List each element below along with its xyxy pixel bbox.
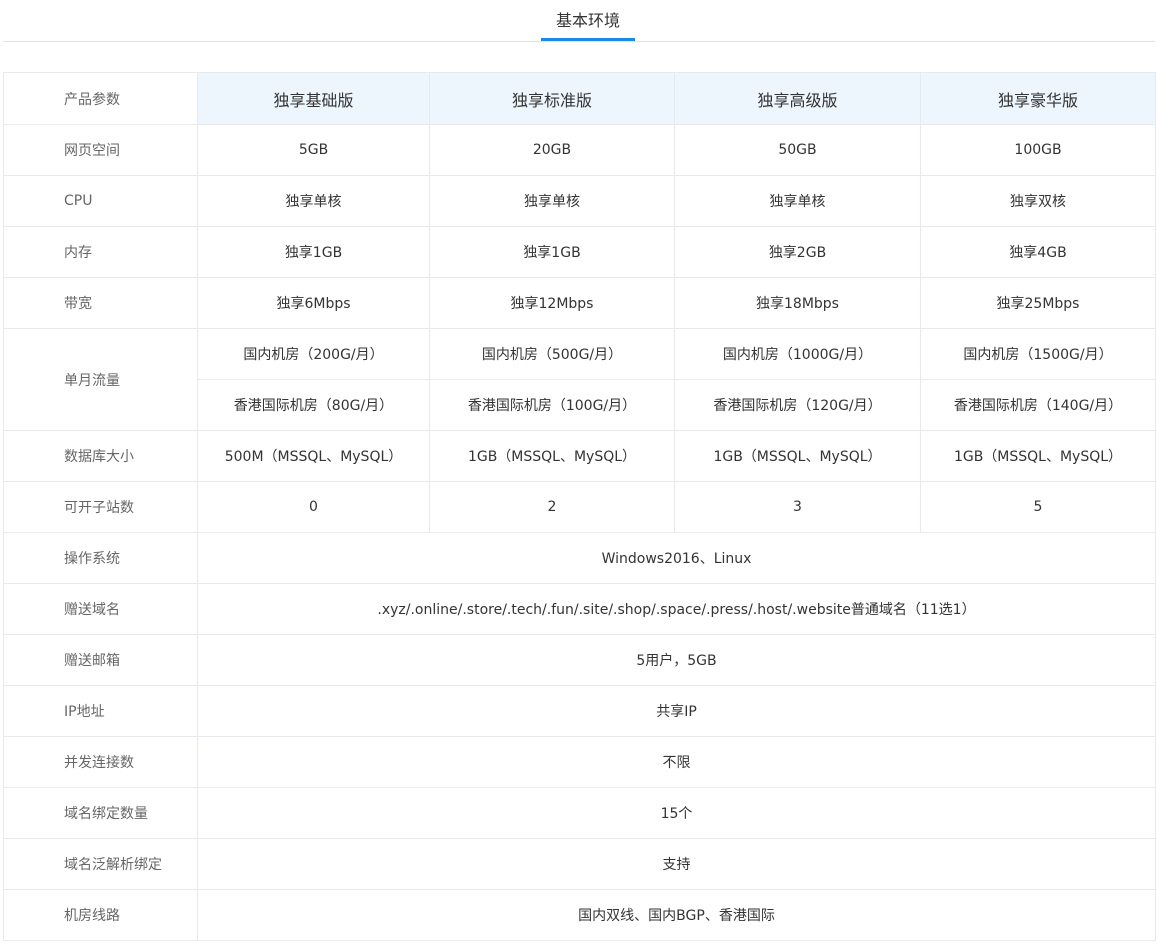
table-cell: 香港国际机房（140G/月） — [920, 379, 1156, 431]
table-cell: 2 — [429, 481, 675, 533]
row-label: 机房线路 — [3, 889, 198, 941]
table-cell: 独享6Mbps — [197, 277, 430, 329]
table-row: IP地址 共享IP — [3, 685, 1156, 737]
table-row: 并发连接数 不限 — [3, 736, 1156, 788]
row-label: 带宽 — [3, 277, 198, 329]
table-row: CPU 独享单核 独享单核 独享单核 独享双核 — [3, 175, 1156, 227]
table-cell: 独享双核 — [920, 175, 1156, 227]
table-cell-shared: 不限 — [197, 736, 1156, 788]
plan-basic: 独享基础版 — [197, 72, 430, 125]
table-row: 单月流量 国内机房（200G/月） 国内机房（500G/月） 国内机房（1000… — [3, 328, 1156, 431]
table-cell-shared: 支持 — [197, 838, 1156, 890]
table-cell: 独享12Mbps — [429, 277, 675, 329]
table-cell: 国内机房（1500G/月） — [920, 328, 1156, 380]
table-row: 机房线路 国内双线、国内BGP、香港国际 — [3, 889, 1156, 941]
table-cell: 独享2GB — [674, 226, 921, 278]
table-cell-shared: 共享IP — [197, 685, 1156, 737]
table-cell: 20GB — [429, 124, 675, 176]
active-tab-indicator — [541, 38, 635, 41]
table-row: 操作系统 Windows2016、Linux — [3, 532, 1156, 584]
table-cell-shared: 15个 — [197, 787, 1156, 839]
table-cell-shared: Windows2016、Linux — [197, 532, 1156, 584]
table-row: 可开子站数 0 2 3 5 — [3, 481, 1156, 533]
row-label: 赠送域名 — [3, 583, 198, 635]
table-header-row: 产品参数 独享基础版 独享标准版 独享高级版 独享豪华版 — [3, 72, 1156, 125]
table-cell: 香港国际机房（120G/月） — [674, 379, 921, 431]
table-row: 域名绑定数量 15个 — [3, 787, 1156, 839]
table-cell: 国内机房（200G/月） — [197, 328, 430, 380]
plan-advanced: 独享高级版 — [674, 72, 921, 125]
row-label: CPU — [3, 175, 198, 227]
table-row: 赠送邮箱 5用户，5GB — [3, 634, 1156, 686]
table-cell: 1GB（MSSQL、MySQL） — [674, 430, 921, 482]
table-row: 内存 独享1GB 独享1GB 独享2GB 独享4GB — [3, 226, 1156, 278]
table-row: 赠送域名 .xyz/.online/.store/.tech/.fun/.sit… — [3, 583, 1156, 635]
table-cell: 独享4GB — [920, 226, 1156, 278]
row-label: 网页空间 — [3, 124, 198, 176]
spec-table: 产品参数 独享基础版 独享标准版 独享高级版 独享豪华版 网页空间 5GB 20… — [3, 72, 1156, 941]
table-cell-shared: .xyz/.online/.store/.tech/.fun/.site/.sh… — [197, 583, 1156, 635]
table-cell: 50GB — [674, 124, 921, 176]
table-cell: 5 — [920, 481, 1156, 533]
table-cell: 独享单核 — [674, 175, 921, 227]
table-cell: 国内机房（500G/月） — [429, 328, 675, 380]
table-cell: 5GB — [197, 124, 430, 176]
table-row: 网页空间 5GB 20GB 50GB 100GB — [3, 124, 1156, 176]
row-label: 内存 — [3, 226, 198, 278]
table-cell: 香港国际机房（80G/月） — [197, 379, 430, 431]
row-label: 数据库大小 — [3, 430, 198, 482]
table-cell: 500M（MSSQL、MySQL） — [197, 430, 430, 482]
table-row: 域名泛解析绑定 支持 — [3, 838, 1156, 890]
table-cell: 独享1GB — [197, 226, 430, 278]
table-cell: 0 — [197, 481, 430, 533]
table-cell: 独享18Mbps — [674, 277, 921, 329]
row-label: 可开子站数 — [3, 481, 198, 533]
table-cell: 1GB（MSSQL、MySQL） — [429, 430, 675, 482]
table-cell-shared: 国内双线、国内BGP、香港国际 — [197, 889, 1156, 941]
row-label: 域名泛解析绑定 — [3, 838, 198, 890]
table-cell: 1GB（MSSQL、MySQL） — [920, 430, 1156, 482]
table-cell: 独享单核 — [197, 175, 430, 227]
row-label: 并发连接数 — [3, 736, 198, 788]
table-cell: 3 — [674, 481, 921, 533]
tab-basic-environment[interactable]: 基本环境 — [541, 0, 635, 42]
table-cell: 独享单核 — [429, 175, 675, 227]
row-label: 赠送邮箱 — [3, 634, 198, 686]
table-cell: 独享1GB — [429, 226, 675, 278]
plan-luxury: 独享豪华版 — [920, 72, 1156, 125]
table-cell: 国内机房（1000G/月） — [674, 328, 921, 380]
table-cell: 100GB — [920, 124, 1156, 176]
table-cell: 香港国际机房（100G/月） — [429, 379, 675, 431]
header-label: 产品参数 — [3, 72, 198, 125]
row-label: IP地址 — [3, 685, 198, 737]
table-cell: 独享25Mbps — [920, 277, 1156, 329]
table-row: 带宽 独享6Mbps 独享12Mbps 独享18Mbps 独享25Mbps — [3, 277, 1156, 329]
row-label-traffic: 单月流量 — [3, 328, 198, 431]
table-cell-shared: 5用户，5GB — [197, 634, 1156, 686]
row-label: 域名绑定数量 — [3, 787, 198, 839]
row-label: 操作系统 — [3, 532, 198, 584]
plan-standard: 独享标准版 — [429, 72, 675, 125]
table-row: 数据库大小 500M（MSSQL、MySQL） 1GB（MSSQL、MySQL）… — [3, 430, 1156, 482]
